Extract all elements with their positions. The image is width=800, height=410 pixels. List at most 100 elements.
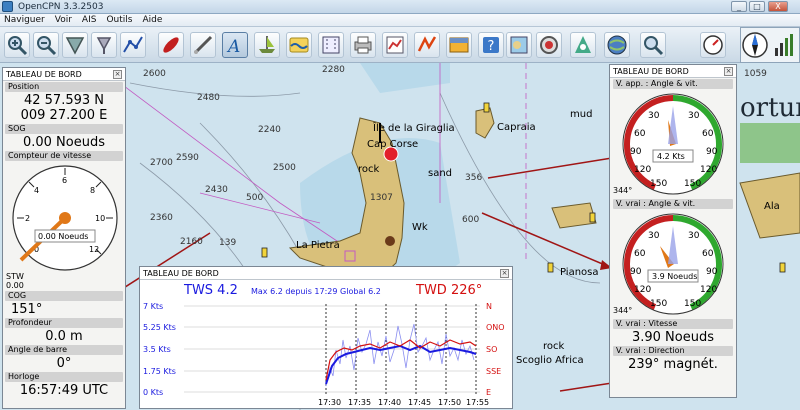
speedo-tick: 2	[25, 214, 30, 223]
x-label: 17:35	[348, 398, 372, 407]
settings-icon[interactable]	[382, 32, 408, 58]
zoom-out-icon-2[interactable]	[640, 32, 666, 58]
close-icon[interactable]: ×	[113, 70, 122, 79]
zoom-in-icon[interactable]	[4, 32, 30, 58]
x-label: 17:55	[466, 398, 490, 407]
rudder-label: Angle de barre	[5, 345, 123, 355]
menu-ais[interactable]: AIS	[78, 14, 103, 27]
menu-aide[interactable]: Aide	[138, 14, 168, 27]
depth-label: 500	[246, 193, 264, 203]
panel-title: TABLEAU DE BORD	[6, 70, 82, 79]
place-label: Cap Corse	[367, 139, 419, 150]
speedo-tick: 12	[89, 245, 99, 254]
dashboard-left: TABLEAU DE BORD × Position 42 57.593 N 0…	[2, 67, 126, 409]
zoom-out-icon[interactable]	[33, 32, 59, 58]
apparent-wind-label: V. app. : Angle & vit.	[613, 79, 733, 89]
ship-icon[interactable]	[254, 32, 280, 58]
dashboard-icon[interactable]	[700, 32, 726, 58]
true-direction-value: 239° magnét.	[628, 357, 718, 372]
maximize-button[interactable]: □	[749, 1, 765, 12]
text-icon[interactable]: A	[222, 32, 248, 58]
x-label: 17:50	[438, 398, 462, 407]
stw-value: 0.00	[6, 281, 24, 290]
scale-down-icon[interactable]	[62, 32, 88, 58]
panel-header: TABLEAU DE BORD ×	[3, 68, 125, 81]
true-heading: 344°	[613, 306, 633, 315]
cog-value: 151°	[11, 302, 43, 317]
place-label: mud	[570, 109, 593, 120]
panel-title: TABLEAU DE BORD	[613, 67, 689, 76]
sog-value: 0.00 Noeuds	[22, 135, 106, 150]
toolbar: A ?	[0, 27, 740, 63]
depth-label: 2600	[143, 69, 166, 79]
kayak-icon[interactable]	[158, 32, 184, 58]
tide-icon[interactable]	[286, 32, 312, 58]
gauge-tick: 60	[634, 249, 646, 259]
speedo-tick: 6	[62, 176, 67, 185]
depth-label: 2160	[180, 237, 203, 247]
gauge-tick: 150	[684, 299, 701, 309]
gauge-tick: 90	[706, 267, 718, 277]
depth-label: Profondeur	[5, 318, 123, 328]
longitude-value: 009 27.200 E	[20, 108, 108, 123]
gauge-tick: 120	[634, 285, 651, 295]
depth-label: 1307	[370, 193, 393, 203]
menu-voir[interactable]: Voir	[51, 14, 78, 27]
close-button[interactable]: X	[768, 1, 788, 12]
track-icon[interactable]	[414, 32, 440, 58]
help-icon[interactable]: ?	[478, 32, 504, 58]
true-wind-gauge: 30 60 90 120 150 30 60 90 120 150 3.9 No…	[610, 210, 736, 318]
menu-naviguer[interactable]: Naviguer	[0, 14, 51, 27]
place-label: rock	[358, 164, 380, 175]
apparent-wind-value: 4.2 Kts	[657, 152, 685, 161]
true-direction-label: V. vrai : Direction	[613, 346, 733, 356]
gauge-tick: 60	[634, 129, 646, 139]
gauge-tick: 150	[684, 179, 701, 189]
true-speed-label: V. vrai : Vitesse	[613, 319, 733, 329]
place-label: Pianosa	[560, 267, 599, 278]
title-bar: OpenCPN 3.3.2503 _ □ X	[0, 0, 800, 14]
gauge-tick: 30	[648, 111, 660, 121]
gauge-tick: 60	[702, 249, 714, 259]
scale-up-icon[interactable]	[91, 32, 117, 58]
depth-label: 2360	[150, 213, 173, 223]
compass-widget[interactable]	[740, 27, 800, 63]
speedometer-gauge: 0 2 4 6 8 10 12 0.00 Noeuds	[3, 162, 125, 272]
menu-outils[interactable]: Outils	[102, 14, 138, 27]
route-icon[interactable]	[120, 32, 146, 58]
gauge-tick: 30	[688, 231, 700, 241]
gauge-tick: 60	[702, 129, 714, 139]
speedo-tick: 8	[90, 186, 95, 195]
depth-label: 356	[465, 173, 483, 183]
region-label: ortuma	[740, 93, 800, 123]
ais-icon[interactable]	[570, 32, 596, 58]
clock-label: Horloge	[5, 372, 123, 382]
depth-label: 2500	[273, 163, 296, 173]
depth-label: 2590	[176, 153, 199, 163]
depth-label: 2280	[322, 65, 345, 75]
mob-icon[interactable]	[536, 32, 562, 58]
place-label: Ala	[764, 201, 780, 212]
depth-label: 600	[462, 215, 480, 225]
position-label: Position	[5, 82, 123, 92]
measure-icon[interactable]	[190, 32, 216, 58]
svg-text:?: ?	[488, 39, 495, 54]
color-icon[interactable]	[446, 32, 472, 58]
gauge-tick: 120	[700, 285, 717, 295]
place-label: rock	[543, 341, 565, 352]
panel-header: TABLEAU DE BORD ×	[610, 65, 736, 78]
globe-icon[interactable]	[604, 32, 630, 58]
gauge-tick: 30	[688, 111, 700, 121]
close-icon[interactable]: ×	[500, 269, 509, 278]
chart-quilt-icon[interactable]	[506, 32, 532, 58]
place-label: La Pietra	[296, 240, 340, 251]
place-label: sand	[428, 168, 453, 179]
gauge-tick: 90	[706, 147, 718, 157]
print-icon[interactable]	[350, 32, 376, 58]
true-wind-label: V. vrai : Angle & vit.	[613, 199, 733, 209]
close-icon[interactable]: ×	[724, 67, 733, 76]
place-label: Capraia	[497, 122, 536, 133]
gauge-tick: 120	[700, 165, 717, 175]
minimize-button[interactable]: _	[731, 1, 747, 12]
ais-display-icon[interactable]	[318, 32, 344, 58]
